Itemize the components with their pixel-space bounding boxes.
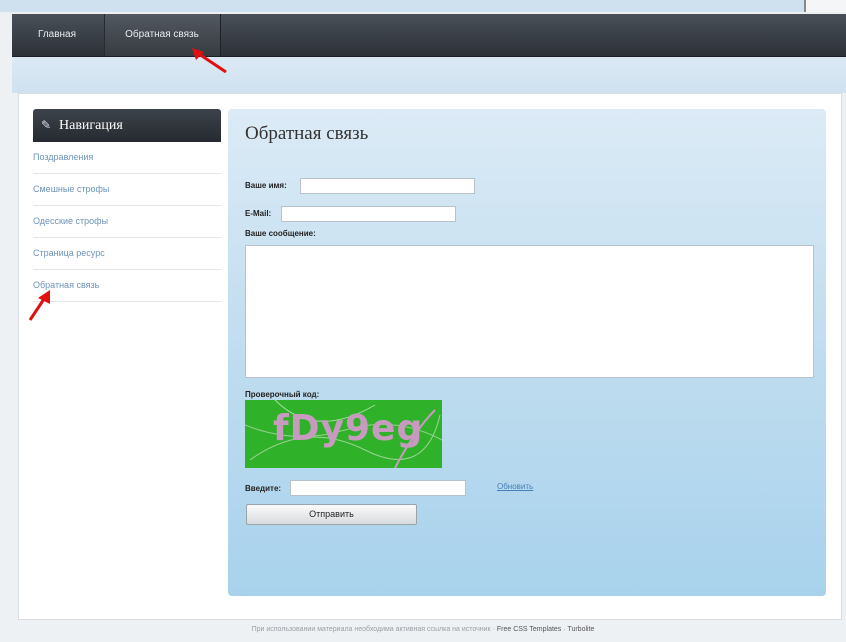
annotation-arrow-sidebar — [28, 290, 50, 321]
sidebar-item-page[interactable]: Страница ресурс — [33, 238, 221, 270]
sidebar-nav: Поздравления Смешные стрoфы Одесские стр… — [33, 142, 221, 302]
footer-link-templates[interactable]: Free CSS Templates — [497, 626, 561, 633]
refresh-captcha-link[interactable]: Обновить — [497, 482, 533, 491]
message-textarea[interactable] — [245, 245, 814, 378]
page-title: Обратная связь — [245, 123, 369, 144]
email-field[interactable] — [281, 206, 456, 222]
sidebar-item-greetings[interactable]: Поздравления — [33, 142, 221, 174]
wrench-icon: ✎ — [41, 118, 52, 132]
sidebar-title: Навигация — [59, 118, 123, 133]
main-content: Обратная связь Ваше имя: E-Mail: Ваше со… — [228, 109, 826, 596]
captcha-text: fDy9eg — [273, 408, 424, 449]
name-field[interactable] — [300, 178, 475, 194]
header-band — [12, 57, 846, 93]
name-label: Ваше имя: — [245, 181, 287, 190]
sidebar-item-odessa[interactable]: Одесские строфы — [33, 206, 221, 238]
footer-separator: · — [563, 626, 566, 633]
message-label: Ваше сообщение: — [245, 229, 316, 238]
footer: При использовании материала необходима а… — [0, 626, 846, 633]
footer-link-turbolite[interactable]: Turbolite — [567, 626, 594, 633]
top-strip — [0, 0, 846, 12]
sidebar-item-feedback[interactable]: Обратная связь — [33, 270, 221, 302]
annotation-arrow-nav — [192, 48, 227, 74]
email-label: E-Mail: — [245, 209, 272, 218]
top-corner — [804, 0, 846, 12]
top-navbar: Главная Обратная связь — [12, 14, 846, 57]
nav-home[interactable]: Главная — [26, 14, 88, 56]
submit-button[interactable]: Отправить — [246, 504, 417, 525]
sidebar-item-funny[interactable]: Смешные стрoфы — [33, 174, 221, 206]
captcha-input[interactable] — [290, 480, 466, 496]
footer-text: При использовании материала необходима а… — [251, 626, 495, 633]
enter-label: Введите: — [245, 484, 282, 493]
sidebar-header: ✎ Навигация — [33, 109, 221, 142]
captcha-label: Проверочный код: — [245, 390, 320, 399]
captcha-image: fDy9eg — [245, 400, 442, 468]
